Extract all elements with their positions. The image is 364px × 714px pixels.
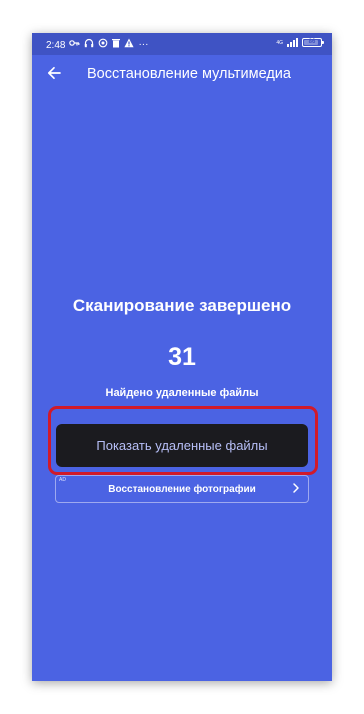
vpn-key-icon [69, 38, 80, 52]
battery-percent: 86 [308, 39, 316, 45]
signal-icon [287, 38, 298, 47]
network-type-label: 4G [276, 39, 283, 46]
status-right: 4G 86 [276, 38, 324, 47]
headphones-icon [84, 38, 94, 52]
found-count: 31 [168, 343, 196, 371]
location-icon [98, 38, 108, 52]
found-files-label: Найдено удаленные файлы [105, 387, 259, 399]
highlight-frame [48, 406, 318, 475]
trash-icon [112, 38, 121, 52]
chevron-right-icon [292, 482, 300, 496]
arrow-left-icon [47, 66, 61, 85]
status-left: 2:48 ··· [46, 38, 148, 52]
more-icon: ··· [138, 39, 149, 50]
ad-badge: AD [59, 477, 66, 483]
warning-icon [124, 38, 135, 52]
phone-screen: 2:48 ··· 4G 86 Восстановление мультимеди… [32, 33, 332, 681]
app-bar: Восстановление мультимедиа [32, 55, 332, 95]
restore-photos-ad-button[interactable]: AD Восстановление фотографии [55, 475, 309, 503]
battery-icon: 86 [302, 38, 324, 47]
status-time: 2:48 [46, 39, 66, 51]
status-bar: 2:48 ··· 4G 86 [32, 33, 332, 55]
scan-complete-title: Сканирование завершено [72, 296, 292, 315]
restore-photos-label: Восстановление фотографии [108, 484, 256, 495]
page-title: Восстановление мультимедиа [87, 66, 291, 82]
back-button[interactable] [42, 63, 66, 87]
